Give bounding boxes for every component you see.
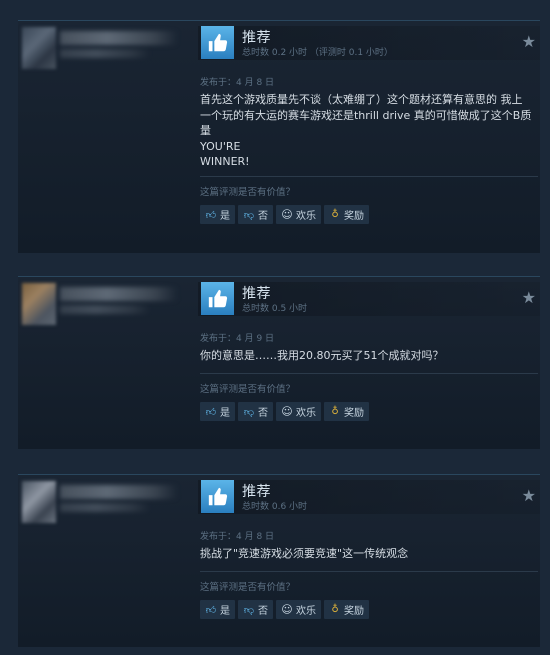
vote-no-button[interactable]: 👎︎ 否 [238,600,273,619]
avatar[interactable] [22,27,56,69]
vote-yes-button[interactable]: 👍︎ 是 [200,402,235,421]
award-icon: ♁ [331,209,339,220]
award-icon: ♁ [331,604,339,615]
vote-funny-button[interactable]: ☺ 欢乐 [276,205,321,224]
helpful-prompt: 这篇评测是否有价值？ [200,384,296,395]
vote-yes-button[interactable]: 👍︎ 是 [200,600,235,619]
author-name[interactable] [60,31,178,45]
review-text: 你的意思是……我用20.80元买了51个成就对吗？ [200,349,444,362]
divider [200,373,538,374]
vote-header[interactable]: 推荐 总时数 0.2 小时 （评测时 0.1 小时） ★ [198,26,540,60]
posted-date: 发布于：4 月 8 日 [200,78,275,88]
award-icon: ♁ [331,406,339,417]
thumbs-up-icon: 👍︎ [205,406,217,418]
divider [200,571,538,572]
thumbs-up-icon [201,282,234,315]
vote-title: 推荐 [242,484,271,500]
helpful-prompt: 这篇评测是否有价值？ [200,582,296,593]
thumbs-up-icon [201,480,234,513]
vote-buttons: 👍︎ 是 👎︎ 否 ☺ 欢乐 ♁ 奖励 [200,205,369,224]
thumbs-down-icon: 👎︎ [243,406,255,418]
star-icon[interactable]: ★ [522,34,536,50]
author-name[interactable] [60,485,178,499]
award-button[interactable]: ♁ 奖励 [324,205,369,224]
vote-header[interactable]: 推荐 总时数 0.5 小时 ★ [198,282,540,316]
award-button[interactable]: ♁ 奖励 [324,402,369,421]
author-meta [60,305,150,314]
smiley-icon: ☺ [281,603,293,616]
review-card: 推荐 总时数 0.6 小时 ★ 发布于：4 月 8 日 挑战了"竞速游戏必须要竞… [18,474,540,647]
helpful-prompt: 这篇评测是否有价值？ [200,187,296,198]
divider [200,176,538,177]
vote-header[interactable]: 推荐 总时数 0.6 小时 ★ [198,480,540,514]
vote-no-button[interactable]: 👎︎ 否 [238,205,273,224]
review-author[interactable] [18,21,198,253]
vote-funny-button[interactable]: ☺ 欢乐 [276,402,321,421]
avatar[interactable] [22,283,56,325]
author-meta [60,503,150,512]
review-card: 推荐 总时数 0.5 小时 ★ 发布于：4 月 9 日 你的意思是……我用20.… [18,276,540,449]
vote-yes-button[interactable]: 👍︎ 是 [200,205,235,224]
avatar[interactable] [22,481,56,523]
vote-no-button[interactable]: 👎︎ 否 [238,402,273,421]
review-author[interactable] [18,475,198,647]
author-meta [60,49,150,58]
thumbs-up-icon: 👍︎ [205,604,217,616]
review-card: 推荐 总时数 0.2 小时 （评测时 0.1 小时） ★ 发布于：4 月 8 日… [18,20,540,253]
award-button[interactable]: ♁ 奖励 [324,600,369,619]
author-name[interactable] [60,287,178,301]
playtime: 总时数 0.5 小时 [242,304,308,314]
vote-title: 推荐 [242,30,271,46]
review-author[interactable] [18,277,198,449]
posted-date: 发布于：4 月 9 日 [200,334,275,344]
thumbs-up-icon [201,26,234,59]
star-icon[interactable]: ★ [522,290,536,306]
smiley-icon: ☺ [281,208,293,221]
review-text: 挑战了"竞速游戏必须要竞速"这一传统观念 [200,547,409,560]
vote-buttons: 👍︎ 是 👎︎ 否 ☺ 欢乐 ♁ 奖励 [200,402,369,421]
review-text: 首先这个游戏质量先不谈（太难绷了）这个题材还算有意思的 我上 一个玩的有大运的赛… [200,93,532,168]
thumbs-down-icon: 👎︎ [243,209,255,221]
vote-title: 推荐 [242,286,271,302]
thumbs-up-icon: 👍︎ [205,209,217,221]
vote-funny-button[interactable]: ☺ 欢乐 [276,600,321,619]
vote-buttons: 👍︎ 是 👎︎ 否 ☺ 欢乐 ♁ 奖励 [200,600,369,619]
smiley-icon: ☺ [281,405,293,418]
playtime: 总时数 0.6 小时 [242,502,308,512]
star-icon[interactable]: ★ [522,488,536,504]
thumbs-down-icon: 👎︎ [243,604,255,616]
posted-date: 发布于：4 月 8 日 [200,532,275,542]
playtime: 总时数 0.2 小时 （评测时 0.1 小时） [242,48,393,58]
